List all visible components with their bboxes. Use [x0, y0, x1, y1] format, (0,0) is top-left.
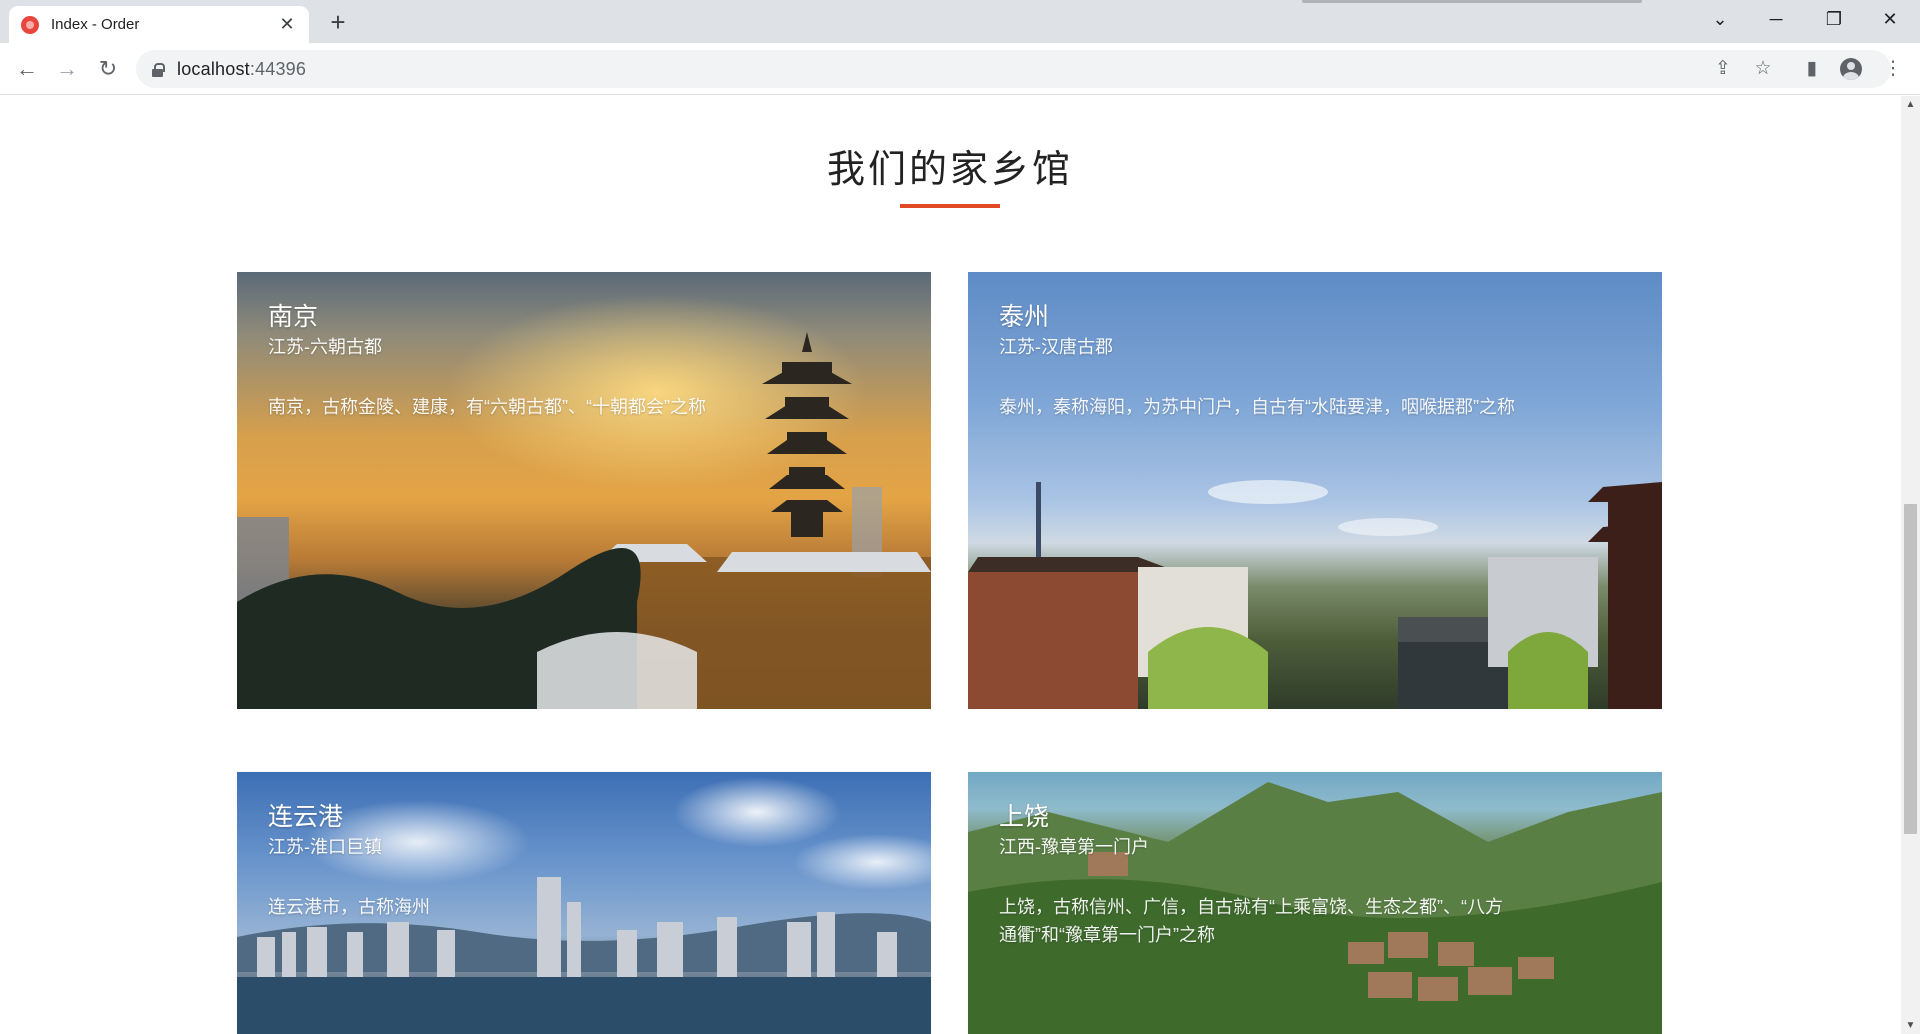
card-text: 连云港 江苏-淮口巨镇 连云港市，古称海州 [268, 800, 788, 921]
card-description: 上饶，古称信州、广信，自古就有“上乘富饶、生态之都”、“八方通衢”和“豫章第一门… [999, 897, 1503, 945]
card-city: 南京 [268, 303, 319, 331]
side-panel-icon[interactable]: ▮ [1797, 54, 1827, 84]
city-card-nanjing[interactable]: 南京 江苏-六朝古都 南京，古称金陵、建康，有“六朝古都”、“十朝都会”之称 [237, 272, 931, 709]
close-icon[interactable]: ✕ [277, 14, 297, 35]
title-underline [900, 204, 1000, 208]
page-viewport: 我们的家乡馆 南京 江苏-六朝古都 南京，古称金陵、建康，有“六朝古都”、“十朝… [0, 96, 1920, 1034]
url-text[interactable]: localhost:44396 [177, 59, 306, 80]
address-bar[interactable]: localhost:44396 [136, 50, 1891, 88]
share-icon[interactable]: ⇪ [1708, 54, 1738, 84]
back-icon[interactable]: ← [11, 53, 43, 85]
card-description: 泰州，秦称海阳，为苏中门户，自古有“水陆要津，咽喉据郡”之称 [999, 397, 1515, 417]
star-icon[interactable]: ☆ [1748, 54, 1778, 84]
scroll-down-icon[interactable]: ▼ [1901, 1017, 1920, 1034]
city-card-taizhou[interactable]: 泰州 江苏-汉唐古郡 泰州，秦称海阳，为苏中门户，自古有“水陆要津，咽喉据郡”之… [968, 272, 1662, 709]
reload-icon[interactable]: ↻ [92, 53, 124, 85]
browser-tab[interactable]: Index - Order ✕ [9, 6, 309, 43]
card-region: 江苏-汉唐古郡 [999, 337, 1113, 357]
card-region: 江西-豫章第一门户 [999, 837, 1149, 857]
favicon-icon [21, 15, 39, 34]
forward-icon[interactable]: → [51, 53, 83, 85]
profile-icon[interactable] [1840, 58, 1862, 80]
card-region: 江苏-淮口巨镇 [268, 837, 382, 857]
tab-strip-divider [1302, 0, 1642, 3]
city-card-lianyungang[interactable]: 连云港 江苏-淮口巨镇 连云港市，古称海州 [237, 772, 931, 1034]
card-text: 泰州 江苏-汉唐古郡 泰州，秦称海阳，为苏中门户，自古有“水陆要津，咽喉据郡”之… [999, 300, 1519, 421]
card-text: 南京 江苏-六朝古都 南京，古称金陵、建康，有“六朝古都”、“十朝都会”之称 [268, 300, 788, 421]
page-scrollbar[interactable]: ▲ ▼ [1901, 96, 1920, 1034]
browser-toolbar: ← → ↻ localhost:44396 ⇪ ☆ ▮ ⋮ [0, 43, 1920, 95]
card-text: 上饶 江西-豫章第一门户 上饶，古称信州、广信，自古就有“上乘富饶、生态之都”、… [999, 800, 1519, 949]
card-city: 连云港 [268, 803, 344, 831]
minimize-icon[interactable]: ─ [1756, 4, 1796, 34]
section-title: 我们的家乡馆 [826, 149, 1073, 191]
new-tab-icon[interactable]: + [324, 8, 352, 36]
card-description: 南京，古称金陵、建康，有“六朝古都”、“十朝都会”之称 [268, 397, 706, 417]
card-city: 泰州 [999, 303, 1050, 331]
scroll-thumb[interactable] [1904, 504, 1917, 834]
restore-icon[interactable]: ❐ [1814, 4, 1854, 34]
tab-title: Index - Order [51, 16, 140, 33]
menu-icon[interactable]: ⋮ [1878, 54, 1908, 84]
window-close-icon[interactable]: ✕ [1870, 4, 1910, 34]
card-region: 江苏-六朝古都 [268, 337, 382, 357]
card-city: 上饶 [999, 803, 1050, 831]
lock-icon[interactable] [152, 62, 165, 77]
city-card-shangrao[interactable]: 上饶 江西-豫章第一门户 上饶，古称信州、广信，自古就有“上乘富饶、生态之都”、… [968, 772, 1662, 1034]
browser-tab-strip: Index - Order ✕ + ⌄ ─ ❐ ✕ [0, 0, 1920, 43]
url-host: localhost [177, 58, 250, 79]
url-port: :44396 [249, 58, 307, 79]
tab-search-icon[interactable]: ⌄ [1700, 4, 1740, 34]
scroll-up-icon[interactable]: ▲ [1901, 96, 1920, 113]
card-description: 连云港市，古称海州 [268, 897, 430, 917]
